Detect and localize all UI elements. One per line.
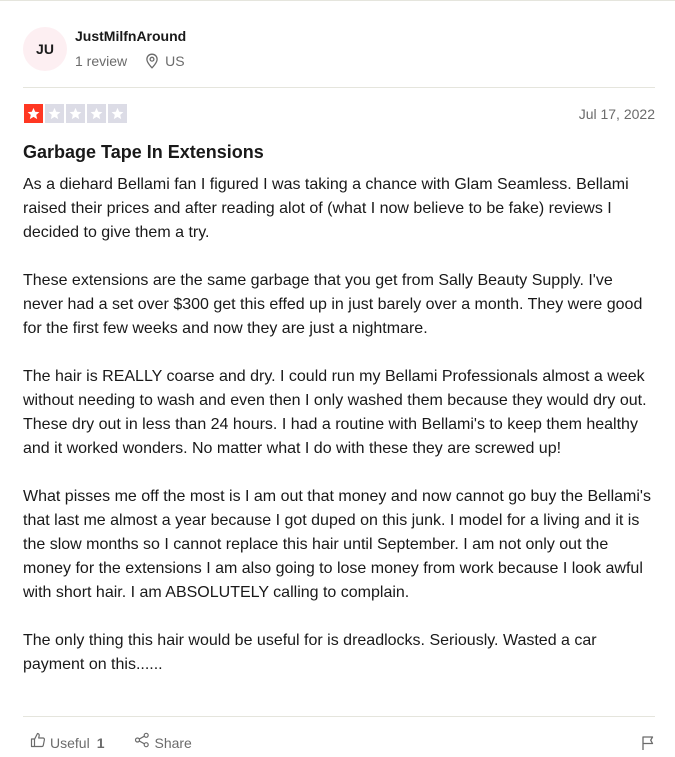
map-pin-icon — [145, 53, 159, 69]
review-paragraph: What pisses me off the most is I am out … — [23, 488, 651, 601]
star-icon — [108, 104, 127, 123]
review-paragraph: These extensions are the same garbage th… — [23, 272, 643, 337]
share-button[interactable]: Share — [134, 732, 192, 753]
useful-label: Useful — [50, 734, 90, 751]
share-icon — [134, 732, 150, 753]
reviewer-name[interactable]: JustMilfnAround — [75, 26, 186, 46]
review-paragraph: The only thing this hair would be useful… — [23, 632, 597, 673]
reviewer-header: JU JustMilfnAround 1 review US — [23, 26, 186, 71]
review-paragraph: As a diehard Bellami fan I figured I was… — [23, 176, 629, 241]
review-paragraph: The hair is REALLY coarse and dry. I cou… — [23, 368, 647, 457]
flag-icon[interactable] — [641, 735, 655, 751]
review-title[interactable]: Garbage Tape In Extensions — [23, 141, 264, 163]
thumbs-up-icon — [30, 732, 46, 753]
avatar[interactable]: JU — [23, 26, 67, 71]
footer-divider — [23, 716, 655, 717]
star-icon — [66, 104, 85, 123]
star-rating — [24, 104, 127, 123]
useful-button[interactable]: Useful 1 — [30, 732, 104, 753]
review-date: Jul 17, 2022 — [578, 106, 655, 122]
reviewer-meta: 1 review US — [75, 51, 186, 71]
star-icon — [45, 104, 64, 123]
review-card: JU JustMilfnAround 1 review US Jul 17, 2… — [0, 0, 675, 757]
review-actions: Useful 1 Share — [30, 732, 655, 753]
reviewer-info: JustMilfnAround 1 review US — [75, 26, 186, 71]
share-label: Share — [154, 734, 192, 751]
star-icon — [24, 104, 43, 123]
star-icon — [87, 104, 106, 123]
header-divider — [23, 87, 655, 88]
review-count: 1 review — [75, 53, 128, 69]
useful-count: 1 — [96, 734, 105, 751]
reviewer-country: US — [165, 53, 185, 69]
avatar-initials: JU — [36, 40, 54, 57]
review-body: As a diehard Bellami fan I figured I was… — [23, 173, 655, 677]
